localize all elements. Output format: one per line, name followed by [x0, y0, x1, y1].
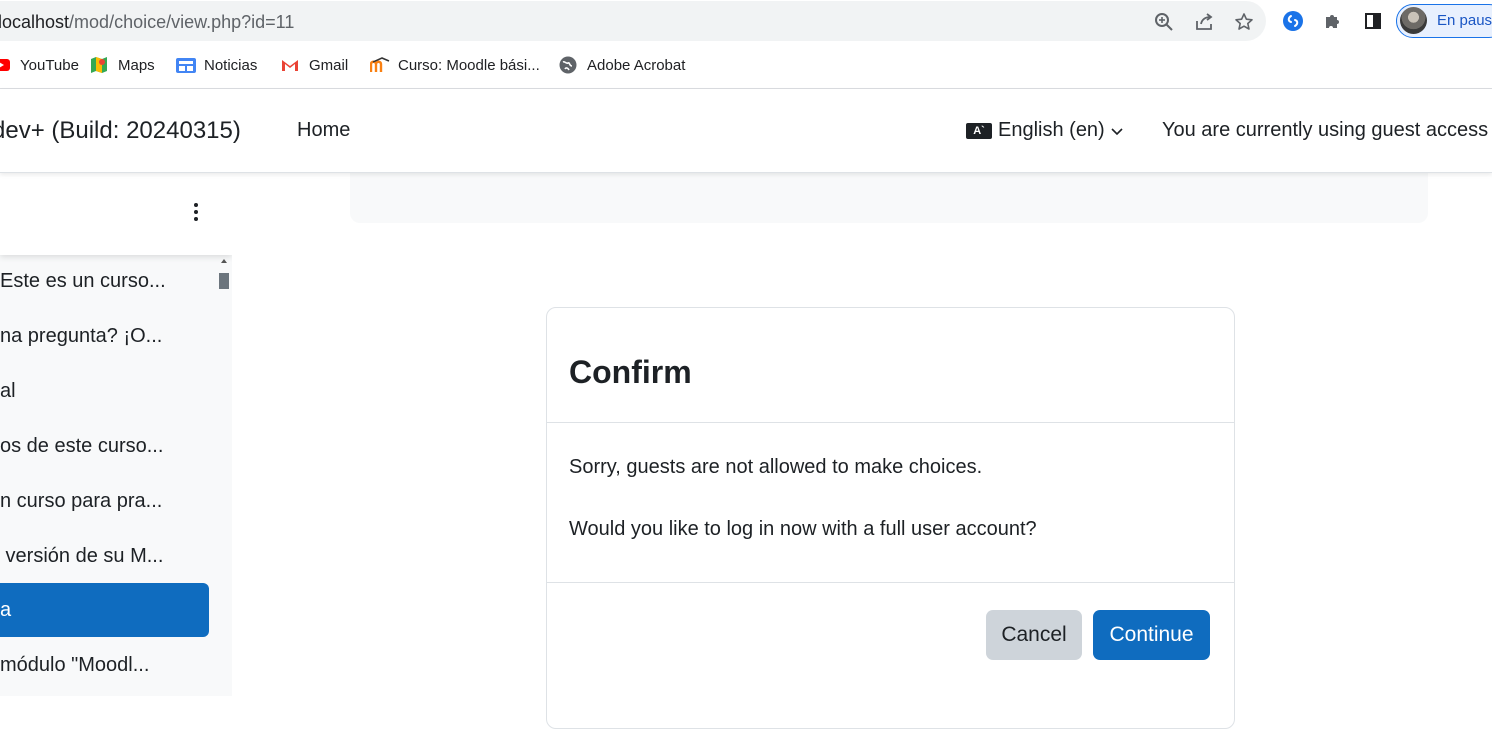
- browser-toolbar: localhost/mod/choice/view.php?id=11 En p…: [0, 0, 1492, 42]
- drawer-item[interactable]: os de este curso...: [0, 419, 209, 473]
- share-icon[interactable]: [1193, 11, 1215, 33]
- bookmark-label: Adobe Acrobat: [587, 56, 686, 74]
- extensions-puzzle-icon[interactable]: [1321, 9, 1345, 33]
- news-icon: [176, 56, 196, 74]
- bookmark-moodle[interactable]: Curso: Moodle bási...: [369, 54, 540, 76]
- avatar: [1400, 7, 1427, 34]
- modal-title: Confirm: [569, 354, 692, 390]
- bookmark-gmail[interactable]: Gmail: [281, 54, 348, 76]
- bookmark-label: Maps: [118, 56, 155, 74]
- moodle-navbar: dev+ (Build: 20240315) Home A` English (…: [0, 89, 1492, 173]
- side-panel-icon[interactable]: [1361, 9, 1385, 33]
- course-index-drawer: Este es un curso... na pregunta? ¡O... a…: [0, 173, 232, 696]
- drawer-item-active[interactable]: a: [0, 583, 209, 637]
- drawer-item[interactable]: módulo "Moodl...: [0, 638, 209, 692]
- scroll-up-arrow[interactable]: [221, 259, 227, 263]
- address-bar[interactable]: localhost/mod/choice/view.php?id=11: [0, 1, 1266, 41]
- url-text[interactable]: localhost/mod/choice/view.php?id=11: [0, 11, 294, 33]
- bookmark-maps[interactable]: Maps: [90, 54, 155, 76]
- drawer-item[interactable]: versión de su M...: [0, 529, 209, 583]
- shazam-extension-icon[interactable]: [1281, 9, 1305, 33]
- bookmark-label: Noticias: [204, 56, 258, 74]
- nav-home-link[interactable]: Home: [297, 119, 350, 142]
- zoom-icon[interactable]: [1153, 11, 1175, 33]
- bookmark-label: Curso: Moodle bási...: [398, 56, 540, 74]
- continue-button[interactable]: Continue: [1093, 610, 1210, 660]
- bookmark-adobe-acrobat[interactable]: Adobe Acrobat: [559, 54, 685, 76]
- profile-button[interactable]: En pausa: [1396, 4, 1492, 38]
- gmail-icon: [281, 56, 299, 74]
- bookmark-label: Gmail: [309, 56, 349, 74]
- guest-access-notice: You are currently using guest access: [1162, 119, 1489, 141]
- bookmark-star-icon[interactable]: [1233, 11, 1255, 33]
- main-content: Confirm Sorry, guests are not allowed to…: [232, 153, 1492, 729]
- confirm-dialog: Confirm Sorry, guests are not allowed to…: [546, 307, 1235, 729]
- youtube-icon: [0, 56, 10, 74]
- scrollbar-thumb[interactable]: [219, 273, 229, 289]
- drawer-item[interactable]: Este es un curso...: [0, 254, 209, 308]
- drawer-header: [0, 173, 232, 255]
- maps-icon: [90, 56, 108, 74]
- drawer-item[interactable]: al: [0, 364, 209, 418]
- language-label: English (en): [998, 119, 1105, 141]
- url-path: /mod/choice/view.php?id=11: [69, 12, 295, 32]
- profile-status: En pausa: [1437, 12, 1492, 29]
- guest-not-allowed-message: Sorry, guests are not allowed to make ch…: [569, 456, 983, 478]
- drawer-item[interactable]: n curso para pra...: [0, 474, 209, 528]
- url-host: localhost: [0, 12, 70, 32]
- chevron-down-icon: [1111, 119, 1123, 142]
- bookmark-label: YouTube: [20, 56, 79, 74]
- drawer-item[interactable]: na pregunta? ¡O...: [0, 309, 209, 363]
- site-name[interactable]: dev+ (Build: 20240315): [0, 117, 241, 145]
- modal-header: Confirm: [547, 308, 1234, 423]
- bookmark-youtube[interactable]: YouTube: [0, 54, 79, 76]
- bookmarks-bar: YouTube Maps Noticias Gmail Curso: Moodl…: [0, 42, 1492, 89]
- kebab-menu-icon[interactable]: [188, 201, 204, 227]
- cancel-button[interactable]: Cancel: [986, 610, 1082, 660]
- modal-body: Sorry, guests are not allowed to make ch…: [547, 423, 1234, 583]
- moodle-icon: [369, 56, 390, 74]
- bookmark-noticias[interactable]: Noticias: [176, 54, 257, 76]
- language-icon: A`: [966, 122, 992, 139]
- language-menu[interactable]: A` English (en): [966, 119, 1123, 142]
- login-prompt-message: Would you like to log in now with a full…: [569, 518, 1037, 540]
- globe-icon: [559, 56, 577, 74]
